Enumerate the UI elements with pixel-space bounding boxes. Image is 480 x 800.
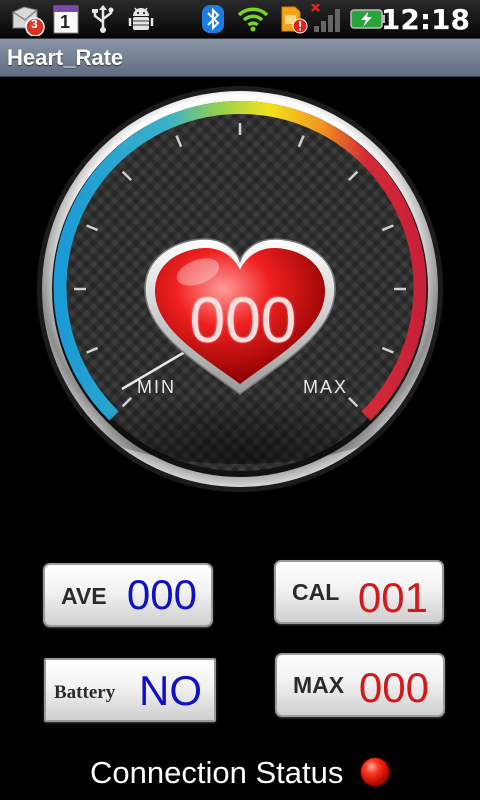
heart-rate-value: 000 — [189, 284, 297, 356]
cal-button[interactable]: CAL 001 — [274, 560, 444, 624]
notification-badge-count: 3 — [31, 17, 38, 31]
bluetooth-icon — [200, 4, 226, 34]
ave-label: AVE — [61, 583, 107, 609]
ave-button[interactable]: AVE 000 — [43, 563, 213, 627]
max-button[interactable]: MAX 000 — [275, 653, 445, 717]
gauge-max-label: MAX — [303, 377, 349, 397]
battery-button[interactable]: Battery NO — [44, 658, 216, 722]
mail-notification-icon: 3 — [10, 4, 46, 37]
cal-label: CAL — [292, 579, 340, 605]
android-debug-icon — [126, 4, 156, 34]
signal-icon — [310, 3, 346, 34]
battery-value: NO — [139, 667, 202, 714]
usb-icon — [90, 4, 116, 34]
connection-status-label: Connection Status — [90, 755, 344, 790]
gauge-min-label: MIN — [137, 377, 176, 397]
cal-value: 001 — [357, 574, 428, 621]
sim-alert-icon — [279, 4, 309, 34]
calendar-day: 1 — [60, 12, 71, 32]
status-clock: 12:18 — [380, 3, 470, 36]
ave-value: 000 — [126, 571, 197, 618]
battery-label: Battery — [54, 682, 116, 703]
connection-status-led-icon — [361, 758, 389, 786]
app-title: Heart_Rate — [7, 45, 124, 70]
status-bar: 3 1 12:18 — [0, 0, 480, 39]
max-label: MAX — [293, 672, 345, 698]
max-value: 000 — [358, 664, 429, 711]
wifi-icon — [236, 4, 270, 34]
app-title-bar: Heart_Rate — [0, 39, 480, 77]
calendar-icon: 1 — [53, 4, 79, 34]
